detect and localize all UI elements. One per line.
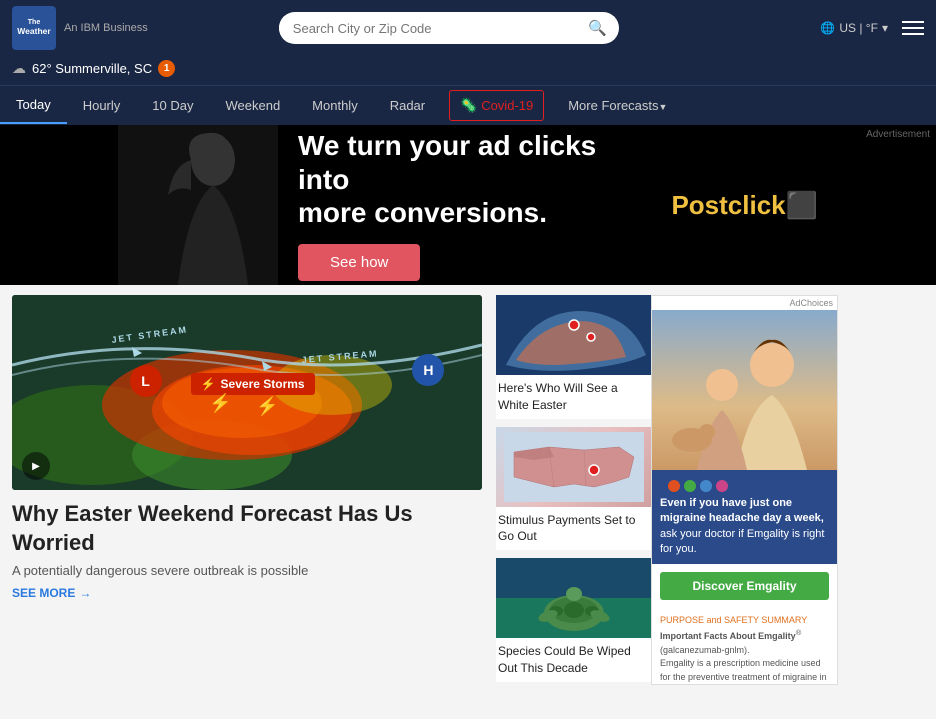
search-input[interactable]: [279, 14, 576, 43]
ad-right-legal-text: PURPOSE and SAFETY SUMMARY Important Fac…: [652, 608, 837, 685]
notification-badge[interactable]: 1: [158, 60, 175, 77]
temperature-location: 62° Summerville, SC: [32, 61, 152, 76]
dot-pink: [716, 480, 728, 492]
location-bar: ☁ 62° Summerville, SC 1: [0, 56, 936, 85]
news-card-image-2: [496, 558, 651, 638]
chevron-down-icon: ▾: [882, 21, 888, 35]
unit-text: US | °F: [839, 21, 878, 35]
header: The Weather An IBM Business 🔍 🌐 US | °F …: [0, 0, 936, 56]
featured-image: JET STREAM JET STREAM L ⚡ Severe Storms …: [12, 295, 482, 490]
woman-silhouette: [118, 125, 278, 285]
nav-more-forecasts[interactable]: More Forecasts: [552, 88, 683, 123]
ad-right-overlay: Even if you have just one migraine heada…: [652, 470, 837, 564]
dot-blue: [700, 480, 712, 492]
news-cards-column: Here's Who Will See a White Easter: [496, 295, 651, 685]
cloud-icon: ☁: [12, 60, 26, 77]
ad-right-image: [652, 310, 837, 470]
color-dots: [660, 476, 829, 496]
ad-label: Advertisement: [866, 129, 930, 140]
ad-choices-label[interactable]: AdChoices: [652, 296, 837, 310]
emgality-people: [652, 310, 837, 470]
hamburger-menu[interactable]: [902, 21, 924, 35]
right-ad: AdChoices: [651, 295, 838, 685]
ad-woman-image: [118, 125, 278, 285]
white-easter-map: [496, 295, 651, 375]
header-right: 🌐 US | °F ▾: [820, 21, 924, 35]
news-card-0[interactable]: Here's Who Will See a White Easter: [496, 295, 651, 419]
ad-overlay-text: Even if you have just one migraine heada…: [660, 496, 829, 558]
weather-channel-logo: The Weather: [12, 6, 56, 50]
logo[interactable]: The Weather An IBM Business: [12, 6, 172, 50]
news-card-1[interactable]: Stimulus Payments Set to Go Out: [496, 427, 651, 551]
turtle-image: [496, 558, 651, 638]
nav-radar[interactable]: Radar: [374, 88, 441, 123]
nav-today[interactable]: Today: [0, 87, 67, 124]
ad-brand: Postclick⬛: [671, 190, 818, 221]
search-button[interactable]: 🔍: [576, 12, 619, 44]
nav-10day[interactable]: 10 Day: [136, 88, 209, 123]
virus-icon: 🦠: [460, 97, 477, 113]
news-card-2[interactable]: Species Could Be Wiped Out This Decade: [496, 558, 651, 682]
ad-cta-button[interactable]: See how: [298, 244, 420, 281]
location-unit[interactable]: 🌐 US | °F ▾: [820, 21, 888, 35]
right-ad-column: AdChoices: [651, 295, 838, 685]
dot-green: [684, 480, 696, 492]
low-pressure-system: L: [130, 365, 162, 397]
featured-description: A potentially dangerous severe outbreak …: [12, 563, 482, 578]
ad-banner-content: We turn your ad clicks intomore conversi…: [118, 125, 818, 285]
main-content: JET STREAM JET STREAM L ⚡ Severe Storms …: [0, 285, 936, 695]
news-card-title-1: Stimulus Payments Set to Go Out: [496, 507, 651, 551]
lightning-icon: ⚡: [201, 377, 216, 391]
lightning-icon-1: ⚡: [209, 393, 231, 414]
news-card-title-2: Species Could Be Wiped Out This Decade: [496, 638, 651, 682]
news-card-image-0: [496, 295, 651, 375]
discover-emgality-button[interactable]: Discover Emgality: [660, 572, 829, 600]
us-map-image: [496, 427, 651, 507]
search-bar[interactable]: 🔍: [279, 12, 619, 44]
us-map-svg: [504, 432, 644, 502]
nav-hourly[interactable]: Hourly: [67, 88, 137, 123]
high-pressure-system: H: [412, 354, 444, 386]
featured-title: Why Easter Weekend Forecast Has Us Worri…: [12, 500, 482, 557]
nav-bar: Today Hourly 10 Day Weekend Monthly Rada…: [0, 85, 936, 125]
ibm-text: An IBM Business: [64, 22, 148, 34]
nav-weekend[interactable]: Weekend: [209, 88, 296, 123]
nav-covid[interactable]: 🦠 Covid-19: [449, 90, 544, 121]
see-more-link[interactable]: SEE MORE →: [12, 586, 482, 600]
ad-text-area: We turn your ad clicks intomore conversi…: [298, 129, 631, 281]
nav-monthly[interactable]: Monthly: [296, 88, 374, 123]
arrow-right-icon: →: [79, 586, 91, 600]
featured-article: JET STREAM JET STREAM L ⚡ Severe Storms …: [12, 295, 482, 685]
lightning-icon-2: ⚡: [256, 396, 278, 417]
news-card-title-0: Here's Who Will See a White Easter: [496, 375, 651, 419]
play-button[interactable]: ▶: [22, 452, 50, 480]
globe-icon: 🌐: [820, 21, 835, 35]
news-card-image-1: [496, 427, 651, 507]
ad-banner: Advertisement We turn your ad clicks int…: [0, 125, 936, 285]
dot-orange: [668, 480, 680, 492]
ad-headline: We turn your ad clicks intomore conversi…: [298, 129, 631, 230]
